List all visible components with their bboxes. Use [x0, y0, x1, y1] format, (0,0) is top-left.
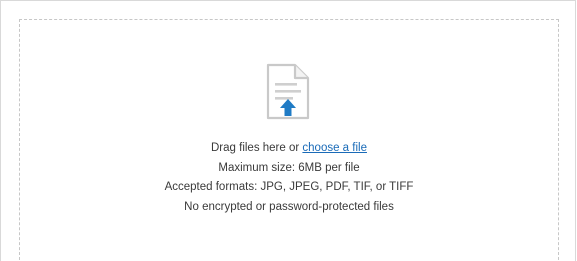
restriction-text: No encrypted or password-protected files	[184, 200, 394, 213]
choose-file-link[interactable]: choose a file	[302, 142, 367, 154]
drag-prompt-text: Drag files here or	[211, 142, 303, 154]
upload-panel: Drag files here or choose a file Maximum…	[0, 0, 576, 261]
max-size-text: Maximum size: 6MB per file	[218, 161, 360, 174]
upload-instructions: Drag files here or choose a file Maximum…	[21, 139, 557, 217]
accepted-formats-text: Accepted formats: JPG, JPEG, PDF, TIF, o…	[164, 181, 414, 193]
file-upload-icon	[266, 63, 310, 120]
drag-prompt: Drag files here or choose a file	[21, 139, 557, 159]
